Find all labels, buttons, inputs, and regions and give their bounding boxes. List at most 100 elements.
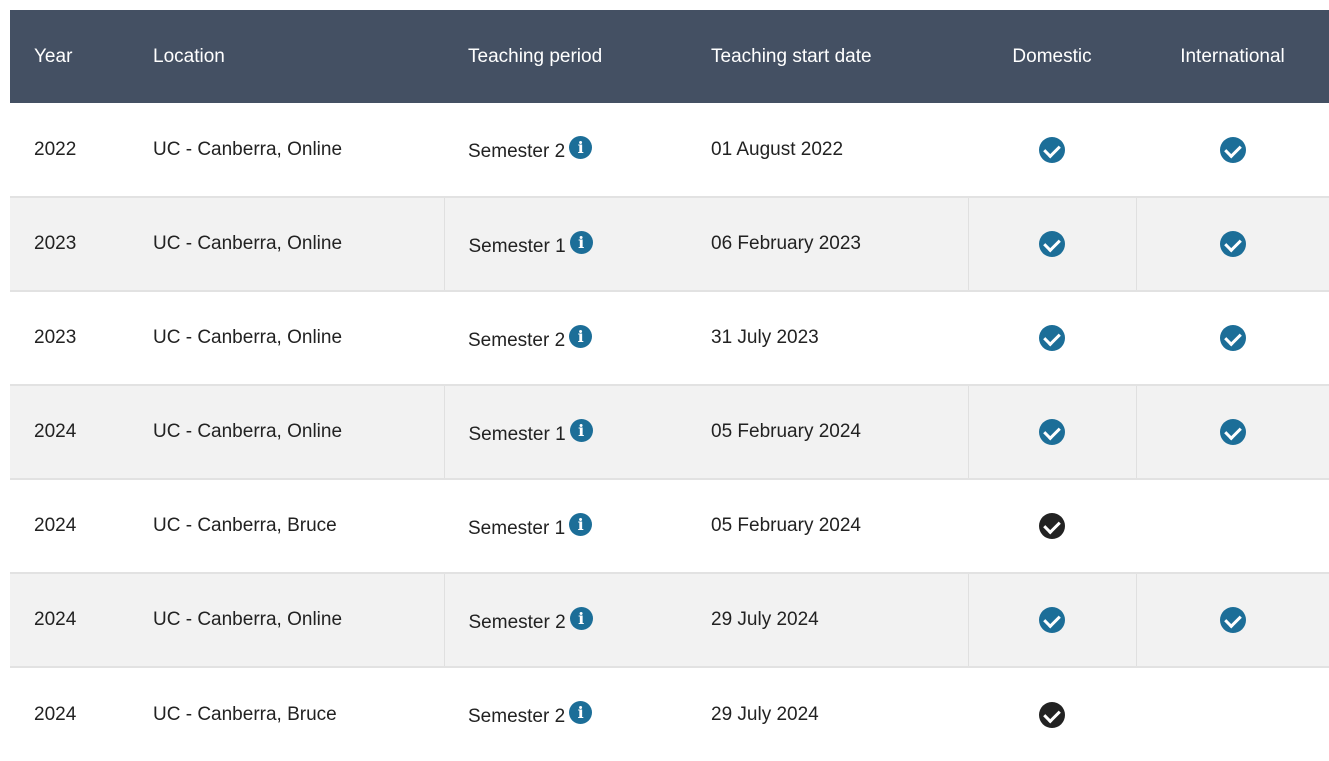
year-text: 2023 [34,327,77,348]
location-text: UC - Canberra, Online [153,327,343,348]
cell-teaching-start-date: 31 July 2023 [687,291,968,385]
offerings-table: Year Location Teaching period Teaching s… [10,10,1329,761]
info-icon[interactable]: i [569,606,593,630]
info-icon[interactable]: i [569,136,593,159]
cell-international [1136,479,1329,573]
info-icon[interactable]: i [569,230,593,254]
cell-domestic [968,103,1136,197]
cell-domestic [968,667,1136,761]
cell-domestic [968,291,1136,385]
year-text: 2024 [34,703,77,725]
check-circle-blue-icon [1039,607,1065,633]
check-circle-blue-icon [1219,231,1246,257]
teaching-period-text: Semester 2 [468,329,566,351]
table-row: 2024 UC - Canberra, Online Semester 2 i 29 J… [10,573,1329,667]
location-text: UC - Canberra, Bruce [153,703,337,725]
cell-international [1136,291,1329,385]
cell-teaching-start-date: 01 August 2022 [687,103,968,197]
cell-year: 2024 [10,479,129,573]
info-icon[interactable]: i [569,418,593,442]
check-circle-blue-icon [1039,325,1065,351]
header-teaching-start-date: Teaching start date [711,45,872,67]
cell-teaching-period: Semester 1i [443,197,687,291]
teaching-start-date-text: 29 July 2024 [711,609,819,630]
cell-domestic [968,479,1136,573]
check-circle-blue-icon [1219,419,1246,445]
teaching-start-date-text: 29 July 2024 [711,703,819,725]
cell-year: 2023 [10,291,129,385]
cell-international [1136,103,1329,197]
cell-international [1135,197,1329,291]
table-row: 2022 UC - Canberra, Online Semester 2 i 01 A… [10,103,1329,197]
check-circle-blue-icon [1219,325,1246,351]
teaching-period-text: Semester 1 [468,517,566,539]
info-icon[interactable]: i [569,324,593,348]
header-row: Year Location Teaching period Teaching s… [10,10,1329,103]
header-domestic: Domestic [1012,45,1092,67]
location-text: UC - Canberra, Online [153,233,343,254]
cell-teaching-start-date: 05 February 2024 [687,385,968,479]
cell-year: 2024 [10,667,129,761]
teaching-period-text: Semester 2 [468,141,566,162]
table-row: 2024 UC - Canberra, Online Semester 1 i 05 F… [10,385,1329,479]
cell-year: 2024 [10,573,129,667]
location-text: UC - Canberra, Online [153,138,343,160]
cell-location: UC - Canberra, Online [129,385,444,479]
cell-teaching-period: Semester 1i [443,385,687,479]
table-row: 2023 UC - Canberra, Online Semester 2 i 31 J… [10,291,1329,385]
cell-teaching-start-date: 29 July 2024 [687,667,968,761]
check-circle-blue-icon [1039,231,1065,257]
year-text: 2024 [34,609,77,630]
cell-location: UC - Canberra, Bruce [129,667,444,761]
location-text: UC - Canberra, Online [153,421,343,442]
teaching-period-text: Semester 2 [468,611,566,633]
year-text: 2022 [34,138,77,160]
table-row: 2023 UC - Canberra, Online Semester 1 i 06 F… [10,197,1329,291]
teaching-period-text: Semester 1 [468,423,566,445]
teaching-period-text: Semester 2 [468,706,566,727]
cell-teaching-start-date: 06 February 2023 [687,197,968,291]
teaching-start-date-text: 31 July 2023 [711,327,819,348]
check-circle-blue-icon [1039,136,1065,163]
offerings-table-container: Year Location Teaching period Teaching s… [10,10,1329,761]
cell-year: 2022 [10,103,129,197]
cell-location: UC - Canberra, Bruce [129,479,444,573]
cell-teaching-start-date: 29 July 2024 [687,573,968,667]
cell-international [1136,667,1329,761]
year-text: 2023 [34,233,77,254]
check-circle-black-icon [1039,513,1065,539]
cell-international [1135,573,1329,667]
table-row: 2024 UC - Canberra, Bruce Semester 2 i 29 Ju… [10,667,1329,761]
cell-teaching-period: Semester 1i [444,479,687,573]
header-teaching-period: Teaching period [468,45,603,67]
teaching-start-date-text: 05 February 2024 [711,421,861,442]
teaching-period-text: Semester 1 [468,235,566,257]
check-circle-blue-icon [1039,419,1065,445]
teaching-start-date-text: 01 August 2022 [711,138,844,160]
cell-teaching-period: Semester 2i [444,291,687,385]
cell-teaching-period: Semester 2i [444,103,687,197]
check-circle-blue-icon [1219,136,1246,163]
teaching-start-date-text: 05 February 2024 [711,515,861,536]
year-text: 2024 [34,515,77,536]
teaching-start-date-text: 06 February 2023 [711,233,861,254]
table-row: 2024 UC - Canberra, Bruce Semester 1 i 05 Fe… [10,479,1329,573]
cell-year: 2023 [10,197,129,291]
header-location: Location [153,45,225,67]
table-header: Year Location Teaching period Teaching s… [10,10,1329,103]
year-text: 2024 [34,421,77,442]
cell-domestic [967,197,1136,291]
info-icon[interactable]: i [569,701,593,724]
cell-location: UC - Canberra, Online [129,291,444,385]
cell-domestic [967,385,1136,479]
cell-year: 2024 [10,385,129,479]
info-icon[interactable]: i [569,512,593,536]
table-body: 2022 UC - Canberra, Online Semester 2 i 01 A… [10,103,1329,761]
cell-location: UC - Canberra, Online [129,197,444,291]
cell-international [1135,385,1329,479]
header-year: Year [34,45,73,67]
cell-domestic [967,573,1136,667]
cell-location: UC - Canberra, Online [129,103,444,197]
header-international: International [1180,45,1285,67]
location-text: UC - Canberra, Online [153,609,343,630]
